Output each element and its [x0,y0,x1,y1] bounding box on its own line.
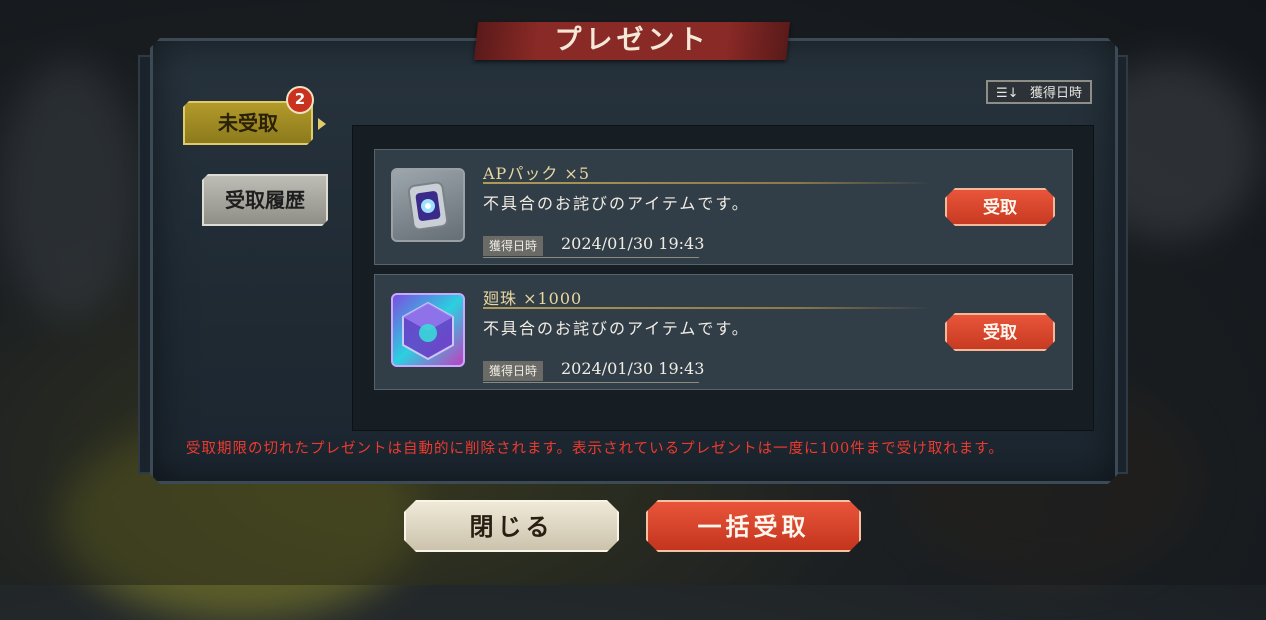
unreceived-count-badge: 2 [286,86,314,114]
sort-icon: ☰↓ [996,86,1019,101]
ap-pack-icon [391,168,465,242]
tab-arrow-icon [318,118,326,130]
item-description: 不具合のお詫びのアイテムです。 [483,194,750,213]
item-description: 不具合のお詫びのアイテムです。 [483,319,750,338]
divider [483,307,931,309]
receive-button[interactable]: 受取 [945,313,1055,351]
tab-history[interactable]: 受取履歴 [202,174,328,226]
list-item: 廻珠 ×1000 不具合のお詫びのアイテムです。 獲得日時 2024/01/30… [374,274,1073,390]
date-value: 2024/01/30 19:43 [561,234,705,253]
date-label: 獲得日時 [483,361,544,381]
dialog-title: プレゼント [554,25,710,56]
sort-label: 獲得日時 [1029,86,1082,101]
receive-button[interactable]: 受取 [945,188,1055,226]
item-name: 廻珠 ×1000 [483,289,583,308]
divider [483,182,931,184]
divider [483,382,699,383]
sort-button[interactable]: ☰↓ 獲得日時 [986,80,1092,104]
divider [483,257,699,258]
item-name: APパック ×5 [483,164,590,183]
gem-cube-icon [391,293,465,367]
date-label: 獲得日時 [483,236,544,256]
receive-all-button[interactable]: 一括受取 [646,500,861,552]
list-item: APパック ×5 不具合のお詫びのアイテムです。 獲得日時 2024/01/30… [374,149,1073,265]
close-button[interactable]: 閉じる [404,500,619,552]
date-value: 2024/01/30 19:43 [561,359,705,378]
expiry-notice: 受取期限の切れたプレゼントは自動的に削除されます。表示されているプレゼントは一度… [186,441,1004,457]
